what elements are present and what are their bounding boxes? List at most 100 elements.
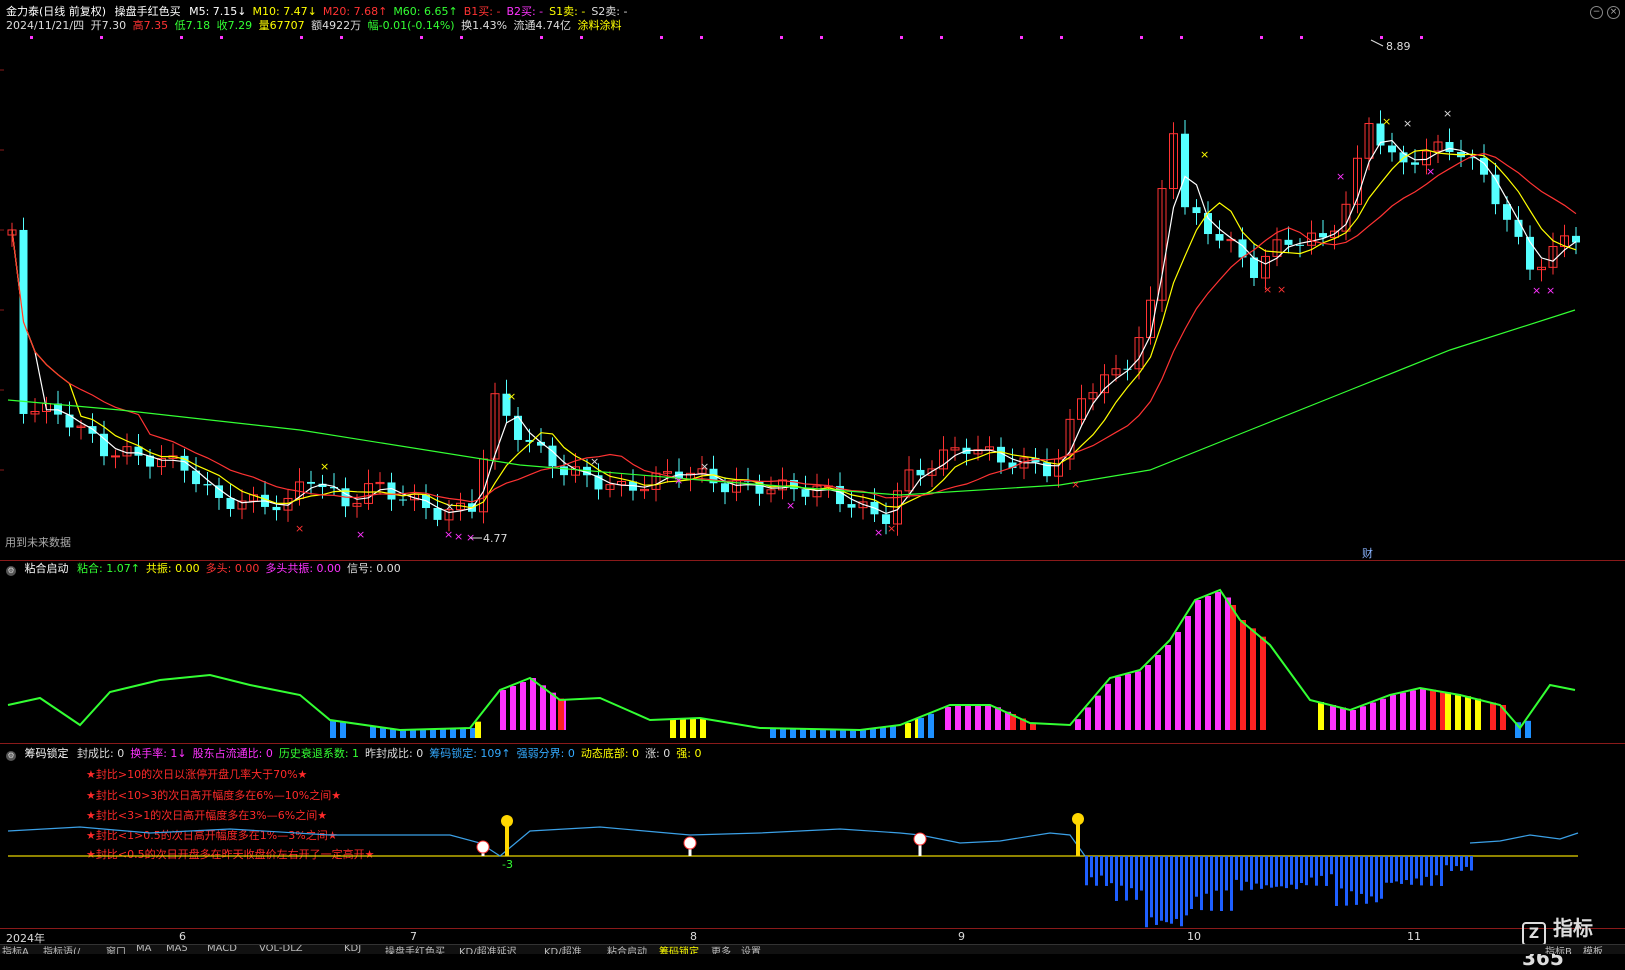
chouma-bar — [1095, 856, 1098, 886]
nianhe-bar — [860, 730, 866, 738]
chouma-bar — [1455, 856, 1458, 867]
chouma-bar — [1175, 856, 1178, 919]
candle-body — [1503, 204, 1511, 220]
nianhe-bar — [520, 682, 526, 730]
watermark: Z 指标365 — [1522, 912, 1625, 970]
nianhe-bar — [1165, 645, 1171, 730]
financial-badge[interactable]: 财 — [1362, 545, 1373, 561]
buy-signal-icon: × — [874, 526, 883, 539]
min-price-label: 4.77 — [483, 532, 508, 545]
nianhe-bar — [400, 730, 406, 738]
chouma-bar — [1230, 856, 1233, 891]
chouma-bar — [1165, 856, 1168, 923]
candle-body — [1284, 239, 1293, 245]
nianhe-bar — [1105, 683, 1111, 730]
chouma-bar — [1380, 856, 1383, 899]
nianhe-bar — [918, 717, 924, 738]
chouma-bar — [1330, 856, 1333, 875]
ma10-line — [11, 149, 1577, 509]
signal-dot — [100, 36, 103, 39]
signal-dot — [1060, 36, 1063, 39]
signal-dot — [340, 36, 343, 39]
nianhe-bar — [1075, 719, 1081, 730]
panel2-values: 粘合: 1.07↑ 共振: 0.00 多头: 0.00 多头共振: 0.00 信号: 0… — [77, 562, 407, 575]
nianhe-bar — [1250, 628, 1256, 730]
chouma-bar — [1210, 856, 1213, 911]
nianhe-bar — [690, 718, 696, 738]
buy-signal-icon: × — [887, 522, 896, 535]
chouma-bar — [1100, 856, 1103, 876]
nianhe-bar — [1410, 690, 1416, 730]
nianhe-bar — [500, 690, 506, 730]
nianhe-bar — [1340, 707, 1346, 730]
nianhe-bar — [1230, 605, 1236, 730]
buy-signal-icon: × — [1532, 284, 1541, 297]
candlestick-chart[interactable]: ××× ×××× ××× × × × ×××× ××× ×× ×× × — [0, 0, 1625, 560]
nianhe-bar — [430, 729, 436, 738]
nianhe-bar — [440, 728, 446, 738]
candle-body — [1572, 235, 1580, 243]
nianhe-bar — [955, 705, 961, 730]
nianhe-bar — [330, 720, 336, 738]
candle-body — [560, 466, 568, 476]
candle-body — [399, 499, 407, 501]
panel-settings-icon[interactable]: ⚙ — [6, 566, 16, 576]
chouma-bar — [1225, 856, 1228, 891]
lock-pin-head-icon — [913, 832, 927, 846]
chouma-bar — [1365, 856, 1368, 904]
chouma-bar — [1285, 856, 1288, 889]
ma5-line — [11, 139, 1577, 515]
chouma-bar — [1395, 856, 1398, 882]
chouma-bar — [1115, 856, 1118, 901]
buy-signal-icon: × — [674, 474, 683, 487]
buy-signal-icon: × — [1546, 284, 1555, 297]
buy-signal-icon: × — [356, 528, 365, 541]
nianhe-bar — [945, 707, 951, 730]
nianhe-bar — [450, 728, 456, 738]
buy-signal-icon: × — [1263, 283, 1272, 296]
chouma-chart[interactable] — [0, 743, 1625, 929]
nianhe-bar — [1260, 636, 1266, 730]
signal-dot — [1300, 36, 1303, 39]
chouma-bar — [1200, 856, 1203, 911]
buy-signal-icon: × — [295, 522, 304, 535]
nianhe-bar — [890, 726, 896, 738]
chouma-bar — [1460, 856, 1463, 871]
chouma-bar — [1295, 856, 1298, 890]
nianhe-bar — [1115, 676, 1121, 730]
buy-signal-icon: × — [1277, 283, 1286, 296]
chouma-bar — [1260, 856, 1263, 889]
buy-signal-icon: × — [786, 499, 795, 512]
chouma-bar — [1360, 856, 1363, 894]
chouma-bar — [1400, 856, 1403, 884]
chouma-bar — [1140, 856, 1143, 891]
month-label: 10 — [1187, 930, 1201, 943]
nianhe-bar — [680, 718, 686, 738]
nianhe-bar — [1380, 698, 1386, 730]
chouma-bar — [1120, 856, 1123, 886]
chouma-bar — [1170, 856, 1173, 924]
chouma-bar — [1275, 856, 1278, 887]
nianhe-bar — [905, 723, 911, 738]
candle-body — [226, 497, 235, 509]
nianhe-bar — [420, 729, 426, 738]
chouma-bar — [1190, 856, 1193, 910]
max-price-pointer — [1370, 39, 1384, 47]
nianhe-chart[interactable] — [0, 580, 1625, 743]
nianhe-bar — [1125, 674, 1131, 730]
chouma-bar — [1335, 856, 1338, 906]
chouma-bar — [1155, 856, 1158, 925]
nianhe-bar — [840, 729, 846, 738]
chouma-bar — [1090, 856, 1093, 878]
nianhe-bar — [1400, 692, 1406, 730]
signal-dot — [1140, 36, 1143, 39]
chouma-bar — [1430, 856, 1433, 886]
chouma-bar — [1240, 856, 1243, 891]
panel2-title[interactable]: 粘合启动 — [25, 562, 69, 575]
nianhe-bar — [670, 719, 676, 738]
chouma-bar — [1325, 856, 1328, 886]
candle-body — [916, 469, 925, 476]
future-data-label: 用到未来数据 — [5, 536, 71, 549]
chouma-bar — [1220, 856, 1223, 911]
nianhe-bar — [370, 725, 376, 738]
